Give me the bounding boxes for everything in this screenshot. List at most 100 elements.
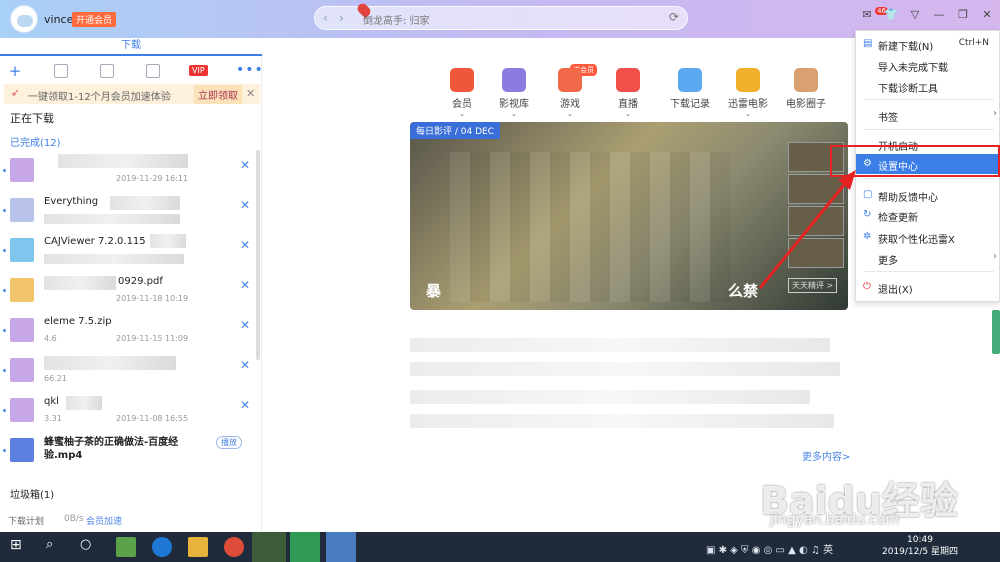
windows-start-icon[interactable]: ⊞ [10,537,30,557]
menu-item-bookmarks[interactable]: 书签 › [856,105,1000,125]
nav-movie-circle[interactable]: 电影圈子 [782,68,830,110]
file-icon[interactable] [54,64,68,78]
user-avatar[interactable] [10,5,38,33]
vip-accel-link[interactable]: 会员加速 [86,514,122,527]
blurred-text [110,196,180,210]
menu-item-help[interactable]: ▢ 帮助反馈中心 [856,185,1000,205]
restore-icon[interactable]: ❐ [956,8,970,22]
thumbnail[interactable] [788,174,844,204]
side-widget[interactable] [992,310,1000,354]
completed-section[interactable]: 已完成(12) [10,134,61,149]
status-footer: 下载计划 0B/s 会员加速 [0,512,262,532]
menu-item-update[interactable]: ↻ 检查更新 [856,205,1000,225]
remove-icon[interactable]: ✕ [240,358,250,372]
menu-item-more[interactable]: 更多 › [856,248,1000,268]
nav-label: 直播 [618,99,638,110]
file-date: 2019-11-29 16:11 [116,174,189,183]
chrome-icon[interactable] [224,537,244,557]
list-item[interactable]: eleme 7.5.zip 4.6 2019-11-15 11:09 ✕ [0,312,258,352]
nav-xunlei-movie[interactable]: 迅雷电影 ⌄ [724,68,772,118]
delete-icon[interactable] [146,64,160,78]
list-item[interactable]: qkl 3.31 2019-11-08 16:55 ✕ [0,392,258,432]
banner-tag: 每日影评 / 04 DEC [410,122,500,139]
add-icon[interactable]: + [8,64,22,79]
vip-icon[interactable]: VIP [189,65,208,76]
file-name: 蜂蜜柚子茶的正确做法-百度经验.mp4 [44,437,179,461]
list-item[interactable]: 2019-11-29 16:11 ✕ [0,152,258,192]
nav-film-library[interactable]: 影视库 ⌄ [492,68,536,118]
skin-icon[interactable]: 👕 [884,8,898,22]
remove-icon[interactable]: ✕ [240,198,250,212]
remove-icon[interactable]: ✕ [240,158,250,172]
more-content-link[interactable]: 更多内容> [802,448,850,463]
remove-icon[interactable]: ✕ [240,398,250,412]
menu-separator [864,129,994,130]
minimize-icon[interactable]: — [932,8,946,22]
nav-download-history[interactable]: 下载记录 [666,68,714,110]
close-icon[interactable]: ✕ [980,8,994,22]
menu-item-import[interactable]: 导入未完成下载 [856,55,1000,75]
vip-badge-button[interactable]: 开通会员 [72,12,117,27]
tab-download[interactable]: 下载 [0,38,262,56]
news-row[interactable] [410,414,834,428]
nav-games[interactable]: 游戏 ⌄ [548,68,592,118]
app-icon[interactable] [116,537,136,557]
folder-icon[interactable] [100,64,114,78]
remove-icon[interactable]: ✕ [240,318,250,332]
nav-live[interactable]: 直播 ⌄ [606,68,650,118]
news-list [410,338,850,438]
remove-icon[interactable]: ✕ [240,238,250,252]
wechat-icon[interactable] [252,532,286,562]
download-plan-link[interactable]: 下载计划 [8,514,44,527]
thumbnail[interactable] [788,206,844,236]
mail-icon[interactable]: ✉ [860,8,874,22]
downloading-section[interactable]: 正在下载 [10,110,54,126]
more-icon[interactable]: ••• [236,62,264,78]
username[interactable]: vince [44,13,73,26]
dropdown-menu-icon[interactable]: ▽ [908,8,922,22]
refresh-icon[interactable]: ⟳ [669,10,679,24]
chevron-right-icon: › [993,251,997,262]
thumbnail[interactable] [788,238,844,268]
search-bar[interactable]: ‹ › 倒龙高手: 归家 ⟳ [314,1,688,30]
tray-icons[interactable]: ▣ ✱ ◈ ⛨ ◉ ◎ ▭ ▲ ◐ ♫ 英 [706,541,833,556]
file-type-icon [10,198,34,222]
blurred-text [44,276,116,290]
featured-banner[interactable]: 每日影评 / 04 DEC 暴 么禁 天天精评 > [410,122,848,310]
system-clock[interactable]: 10:49 2019/12/5 星期四 [870,534,970,558]
news-row[interactable] [410,390,810,404]
folder-icon[interactable] [188,537,208,557]
xunlei-icon[interactable] [326,532,356,562]
edge-icon[interactable] [152,537,172,557]
search-icon[interactable]: ⌕ [46,537,66,557]
highlight-box [830,145,1000,177]
news-row[interactable] [410,362,840,376]
menu-item-personalize[interactable]: ✲ 获取个性化迅雷X [856,227,1000,247]
promo-claim-button[interactable]: 立即领取 [194,85,242,104]
list-item[interactable]: 0929.pdf 2019-11-18 10:19 ✕ [0,272,258,312]
new-download-icon: ▤ [863,38,873,49]
scrollbar[interactable] [256,150,260,360]
app-green-icon[interactable] [290,532,320,562]
menu-item-exit[interactable]: ⏻ 退出(X) [856,277,1000,297]
promo-close-icon[interactable]: ✕ [246,87,255,100]
menu-item-diagnostics[interactable]: 下载诊断工具 [856,76,1000,96]
watermark-url: jingyan.baidu.com [770,512,900,528]
list-item[interactable]: 蜂蜜柚子茶的正确做法-百度经验.mp4 播放 [0,432,258,476]
list-item[interactable]: 66.21 ✕ [0,352,258,392]
search-placeholder[interactable]: 倒龙高手: 归家 [363,12,430,27]
nav-vip[interactable]: 会员 ⌄ [440,68,484,118]
play-button[interactable]: 播放 [216,436,242,449]
remove-icon[interactable]: ✕ [240,278,250,292]
menu-item-new-download[interactable]: ▤ 新建下载(N) Ctrl+N [856,34,1000,54]
banner-more-button[interactable]: 天天精评 > [788,278,838,293]
back-arrow-icon[interactable]: ‹ [323,11,328,25]
trash-folder[interactable]: 垃圾箱(1) [10,486,54,501]
list-item[interactable]: CAJViewer 7.2.0.115 ✕ [0,232,258,272]
blurred-text [44,214,180,224]
news-row[interactable] [410,338,830,352]
file-name: eleme 7.5.zip [44,316,112,327]
forward-arrow-icon[interactable]: › [339,11,344,25]
task-view-icon[interactable]: ○ [80,537,100,557]
list-item[interactable]: Everything ✕ [0,192,258,232]
